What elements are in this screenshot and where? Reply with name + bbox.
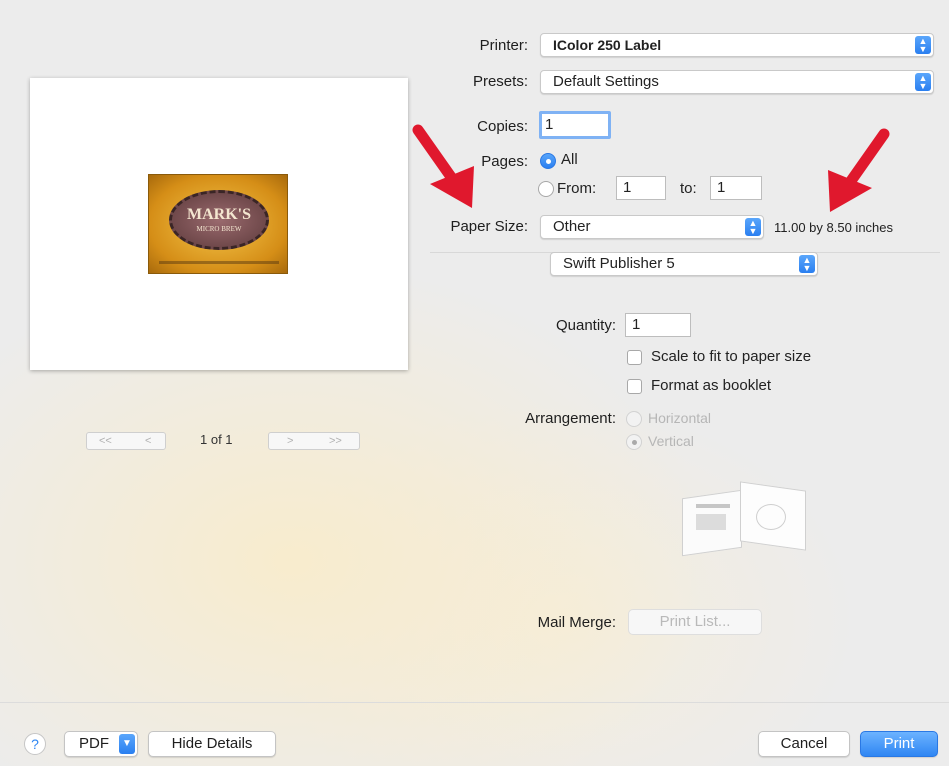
popup-arrows-icon: ▲ ▼	[915, 36, 931, 54]
hide-details-button[interactable]: Hide Details	[148, 731, 276, 757]
chevron-down-icon: ▼	[119, 734, 135, 754]
page-preview: MARK'S MICRO BREW	[30, 78, 408, 370]
pages-to-label: to:	[680, 180, 697, 197]
popup-arrows-icon: ▲ ▼	[799, 255, 815, 273]
pages-from-radio[interactable]	[538, 181, 554, 197]
annotation-arrow-right-icon	[828, 128, 890, 212]
label-footer-text	[159, 261, 279, 264]
logo-subtext: MICRO BREW	[196, 225, 242, 233]
paper-size-dimensions: 11.00 by 8.50 inches	[774, 220, 894, 235]
scale-to-fit-checkbox[interactable]	[627, 350, 642, 365]
format-booklet-checkbox[interactable]	[627, 379, 642, 394]
quantity-value: 1	[632, 316, 641, 333]
mail-merge-label: Mail Merge:	[537, 614, 616, 631]
footer-divider	[0, 702, 949, 703]
pages-all-radio[interactable]	[540, 153, 556, 169]
presets-value: Default Settings	[553, 73, 659, 90]
popup-arrows-icon: ▲ ▼	[745, 218, 761, 236]
printer-popup[interactable]: IColor 250 Label ▲ ▼	[540, 33, 934, 57]
arrangement-vertical-label: Vertical	[648, 433, 694, 449]
format-booklet-label: Format as booklet	[651, 377, 772, 394]
arrangement-horizontal-radio[interactable]	[626, 411, 642, 427]
pages-from-label: From:	[557, 180, 597, 197]
pages-to-field[interactable]: 1	[710, 176, 762, 200]
print-button[interactable]: Print	[860, 731, 938, 757]
pdf-label: PDF	[79, 735, 109, 752]
arrangement-horizontal-label: Horizontal	[648, 410, 712, 426]
next-page-button[interactable]: > >>	[268, 432, 360, 450]
logo-text: MARK'S	[187, 206, 251, 223]
label-seal: MARK'S MICRO BREW	[169, 190, 269, 250]
paper-size-value: Other	[553, 218, 591, 235]
annotation-arrow-left-icon	[412, 124, 474, 208]
arrangement-vertical-radio[interactable]	[626, 434, 642, 450]
print-list-button[interactable]: Print List...	[628, 609, 762, 635]
presets-label: Presets:	[472, 73, 528, 90]
scale-to-fit-label: Scale to fit to paper size	[651, 348, 812, 365]
paper-size-label: Paper Size:	[450, 218, 528, 235]
pdf-button[interactable]: PDF ▼	[64, 731, 138, 757]
paper-size-popup[interactable]: Other ▲ ▼	[540, 215, 764, 239]
quantity-field[interactable]: 1	[625, 313, 691, 337]
popup-arrows-icon: ▲ ▼	[915, 73, 931, 91]
pages-to-value: 1	[717, 179, 726, 196]
first-page-button[interactable]: << <	[86, 432, 166, 450]
arrangement-label: Arrangement:	[525, 410, 616, 427]
pages-from-field[interactable]: 1	[616, 176, 666, 200]
pages-all-label: All	[561, 151, 578, 168]
booklet-illustration	[676, 481, 816, 557]
print-options-value: Swift Publisher 5	[563, 255, 675, 272]
help-button[interactable]: ?	[24, 733, 46, 755]
printer-value: IColor 250 Label	[553, 37, 662, 53]
printer-label: Printer:	[479, 37, 528, 54]
presets-popup[interactable]: Default Settings ▲ ▼	[540, 70, 934, 94]
copies-value: 1	[545, 116, 554, 133]
copies-field[interactable]: 1	[539, 111, 611, 139]
pages-from-value: 1	[623, 179, 632, 196]
quantity-label: Quantity:	[555, 317, 616, 334]
page-indicator: 1 of 1	[200, 432, 233, 447]
print-options-popup[interactable]: Swift Publisher 5 ▲ ▼	[550, 252, 818, 276]
help-icon: ?	[31, 736, 39, 752]
cancel-button[interactable]: Cancel	[758, 731, 850, 757]
label-image: MARK'S MICRO BREW	[148, 174, 288, 274]
